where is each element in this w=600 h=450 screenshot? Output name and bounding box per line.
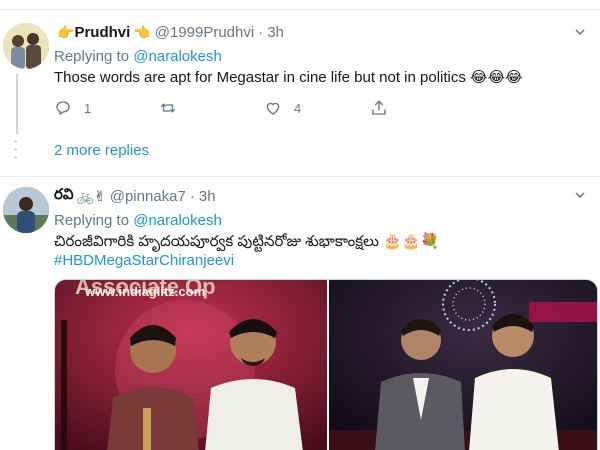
- tweet-text: చిరంజీవిగారికి హృదయపూర్వక పుట్టినరోజు శు…: [54, 233, 440, 250]
- tweet-actions: 1 4: [54, 96, 474, 120]
- replying-to-label: Replying to: [54, 212, 134, 229]
- tweet-text: Those words are apt for Megastar in cine…: [54, 69, 523, 86]
- reply-icon: [56, 101, 70, 116]
- mention-link[interactable]: @naralokesh: [133, 48, 222, 65]
- more-replies-row[interactable]: 2 more replies: [0, 130, 600, 176]
- tweet-header: 👉 Prudhvi 👈 @1999Prudhvi · 3h: [54, 22, 284, 42]
- reply-count: 1: [84, 100, 92, 116]
- chevron-down-icon[interactable]: [574, 189, 586, 201]
- like-count: 4: [294, 100, 302, 116]
- tweet-header: రవి 🚲✌ @pinnaka7 · 3h: [54, 186, 216, 206]
- media-photo-right[interactable]: [329, 280, 597, 450]
- thread-dots: [14, 140, 18, 164]
- media-photo-left[interactable]: Associate Op www.indiaglitz.com: [55, 280, 327, 450]
- display-name[interactable]: Prudhvi: [74, 24, 130, 41]
- replying-to: Replying to @naralokesh: [54, 48, 222, 65]
- reply-tweet-ravi[interactable]: రవి 🚲✌ @pinnaka7 · 3h Replying to @naral…: [0, 176, 600, 450]
- replying-to-label: Replying to: [54, 48, 134, 65]
- tweet-media[interactable]: Associate Op www.indiaglitz.com: [54, 279, 598, 450]
- timestamp[interactable]: 3h: [267, 24, 284, 41]
- media-watermark: www.indiaglitz.com: [85, 284, 206, 299]
- bicycle-victory-emoji: 🚲✌: [76, 187, 106, 204]
- chevron-down-icon[interactable]: [574, 26, 586, 38]
- like-button[interactable]: 4: [264, 96, 301, 120]
- heart-icon: [266, 102, 280, 115]
- user-handle[interactable]: @1999Prudhvi: [155, 24, 254, 41]
- share-button[interactable]: [370, 96, 388, 120]
- more-replies-link[interactable]: 2 more replies: [54, 142, 149, 159]
- retweet-icon: [160, 103, 176, 113]
- mention-link[interactable]: @naralokesh: [133, 212, 222, 229]
- user-handle[interactable]: @pinnaka7: [110, 188, 186, 205]
- hashtag-link[interactable]: #HBDMegaStarChiranjeevi: [54, 252, 234, 269]
- avatar[interactable]: [3, 23, 49, 69]
- timestamp[interactable]: 3h: [199, 188, 216, 205]
- separator-dot: ·: [189, 187, 195, 205]
- share-icon: [372, 100, 386, 115]
- display-name[interactable]: రవి: [54, 186, 74, 207]
- previous-tweet-border: [0, 0, 600, 10]
- reply-button[interactable]: 1: [54, 96, 91, 120]
- thread-line: [16, 74, 18, 134]
- pointing-right-emoji: 👉: [57, 23, 75, 40]
- separator-dot: ·: [258, 23, 264, 41]
- reply-tweet-prudhvi[interactable]: 👉 Prudhvi 👈 @1999Prudhvi · 3h Replying t…: [0, 12, 600, 134]
- pointing-left-emoji: 👈: [133, 23, 151, 40]
- retweet-button[interactable]: [159, 96, 177, 120]
- replying-to: Replying to @naralokesh: [54, 212, 222, 229]
- avatar[interactable]: [3, 187, 49, 233]
